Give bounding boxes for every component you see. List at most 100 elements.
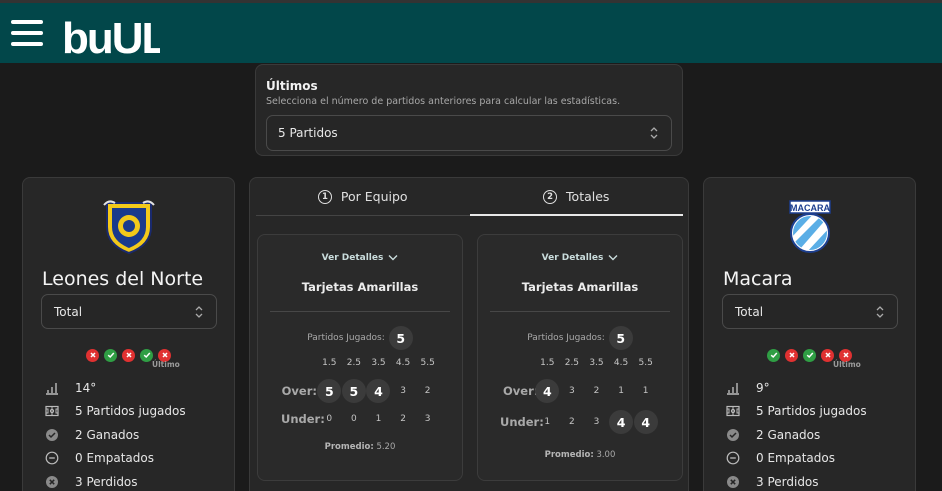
team-stat-text: 9°: [756, 380, 770, 395]
buul-logo[interactable]: buUL: [62, 9, 160, 61]
win-result-dot: [803, 348, 816, 362]
played-count: 5: [608, 326, 633, 350]
metric-title: Tarjetas Amarillas: [521, 280, 639, 294]
tab-label: Por Equipo: [340, 189, 408, 204]
tab-totales[interactable]: 2 Totales: [469, 178, 684, 216]
tab-number: 2: [543, 189, 558, 204]
form-dots: [23, 344, 234, 363]
team-filter-select[interactable]: Total: [41, 294, 217, 329]
ranking-bars-icon: [726, 381, 740, 395]
team-stat-text: 3 Perdidos: [756, 474, 819, 489]
over-label: Over:: [281, 384, 317, 398]
under-row: Under: 1 2 3 4 4: [500, 410, 658, 434]
average-value: 3.00: [596, 450, 616, 460]
close-icon: [824, 352, 831, 358]
played-count: 5: [388, 326, 413, 350]
under-cell: 4: [609, 410, 634, 434]
over-cell: 4: [366, 379, 391, 403]
over-cell: 2: [424, 386, 431, 396]
team-name: Macara: [723, 268, 793, 290]
line-value: 1.5: [322, 358, 337, 368]
ultimos-subtitle: Selecciona el número de partidos anterio…: [266, 96, 621, 107]
tab-label: Totales: [566, 189, 610, 204]
ver-detalles-toggle[interactable]: Ver Detalles: [478, 253, 682, 263]
team-stat-row: 14°: [45, 376, 186, 400]
over-cell: 5: [317, 379, 342, 403]
over-count: 4: [366, 379, 391, 403]
chevron-down-icon: [608, 255, 618, 261]
close-icon: [89, 352, 96, 358]
tab-por-equipo[interactable]: 1 Por Equipo: [256, 178, 470, 215]
ultimo-label: Último: [152, 360, 180, 369]
team-card-right: MACARA Macara Total Último 9° 5 Partidos …: [703, 177, 916, 491]
team-stats: 14° 5 Partidos jugados 2 Ganados 0 Empatado…: [45, 376, 186, 491]
over-label: Over:: [503, 384, 539, 398]
ver-detalles-toggle[interactable]: Ver Detalles: [258, 253, 462, 263]
minus-circle-icon: [726, 451, 740, 465]
team-filter-select[interactable]: Total: [722, 294, 898, 329]
team-stat-text: 2 Ganados: [756, 427, 821, 442]
metric-panel-por-equipo: Ver Detalles Tarjetas Amarillas Partidos J…: [257, 234, 463, 481]
form-dots: [704, 344, 915, 363]
average-value: 5.20: [376, 442, 396, 452]
over-cell: 5: [341, 379, 367, 403]
over-cell: 3: [400, 386, 406, 396]
team-stat-text: 0 Empatados: [756, 451, 835, 466]
ultimo-label: Último: [833, 360, 861, 369]
average-label: Promedio:: [544, 450, 594, 460]
ultimos-title: Últimos: [266, 79, 318, 93]
line-value: 2.5: [564, 358, 580, 368]
under-cell: 3: [593, 417, 600, 427]
line-value: 1.5: [540, 358, 555, 368]
ver-detalles-label: Ver Detalles: [541, 253, 604, 263]
over-cell: 2: [593, 386, 600, 396]
close-icon: [125, 352, 132, 358]
team-stat-row: 3 Perdidos: [45, 470, 186, 491]
team-filter-value: Total: [735, 305, 764, 319]
field-icon: [726, 404, 740, 418]
check-icon: [107, 352, 114, 359]
over-cell: 1: [618, 386, 624, 396]
ranking-bars-icon: [45, 381, 59, 395]
over-cell: 4: [535, 379, 560, 403]
hamburger-icon[interactable]: [11, 20, 43, 46]
leones-crest: [102, 200, 155, 255]
tabs: 1 Por Equipo 2 Totales: [256, 178, 683, 216]
team-stat-text: 5 Partidos jugados: [756, 404, 867, 419]
under-cell: 2: [400, 414, 406, 424]
under-cell: 2: [569, 417, 575, 427]
svg-text:MACARA: MACARA: [790, 203, 830, 213]
win-result-dot: [104, 348, 117, 362]
team-filter-value: Total: [54, 305, 83, 319]
loss-result-dot: [122, 348, 135, 362]
team-stat-row: 5 Partidos jugados: [45, 400, 186, 424]
under-count: 4: [609, 410, 634, 434]
loss-result-dot: [785, 348, 798, 362]
under-row: Under: 0 0 1 2 3: [281, 407, 440, 431]
played-row: Partidos Jugados: 5: [258, 326, 462, 350]
under-cell: 1: [375, 414, 382, 424]
over-row: Over: 4 3 2 1 1: [503, 379, 658, 403]
line-value: 5.5: [420, 358, 435, 368]
x-circle-icon: [45, 475, 59, 489]
close-icon: [161, 352, 168, 358]
over-cell: 1: [642, 386, 649, 396]
chevron-updown-icon: [876, 305, 884, 318]
app-header: buUL: [0, 3, 942, 63]
check-circle-icon: [726, 428, 740, 442]
chevron-updown-icon: [195, 305, 203, 318]
chevron-updown-icon: [650, 127, 658, 139]
played-label: Partidos Jugados:: [527, 333, 605, 343]
average-label: Promedio:: [324, 442, 374, 452]
lines-header: 1.5 2.5 3.5 4.5 5.5: [317, 351, 440, 375]
check-icon: [143, 352, 150, 359]
team-stat-text: 14°: [75, 380, 97, 395]
divider: [270, 311, 450, 312]
average-row: Promedio: 3.00: [478, 450, 682, 460]
ultimos-select[interactable]: 5 Partidos: [266, 115, 672, 151]
over-count: 4: [535, 379, 560, 403]
over-count: 5: [317, 379, 342, 403]
over-cell: 3: [569, 386, 575, 396]
under-cell: 3: [424, 414, 431, 424]
team-stat-row: 9°: [726, 376, 867, 400]
